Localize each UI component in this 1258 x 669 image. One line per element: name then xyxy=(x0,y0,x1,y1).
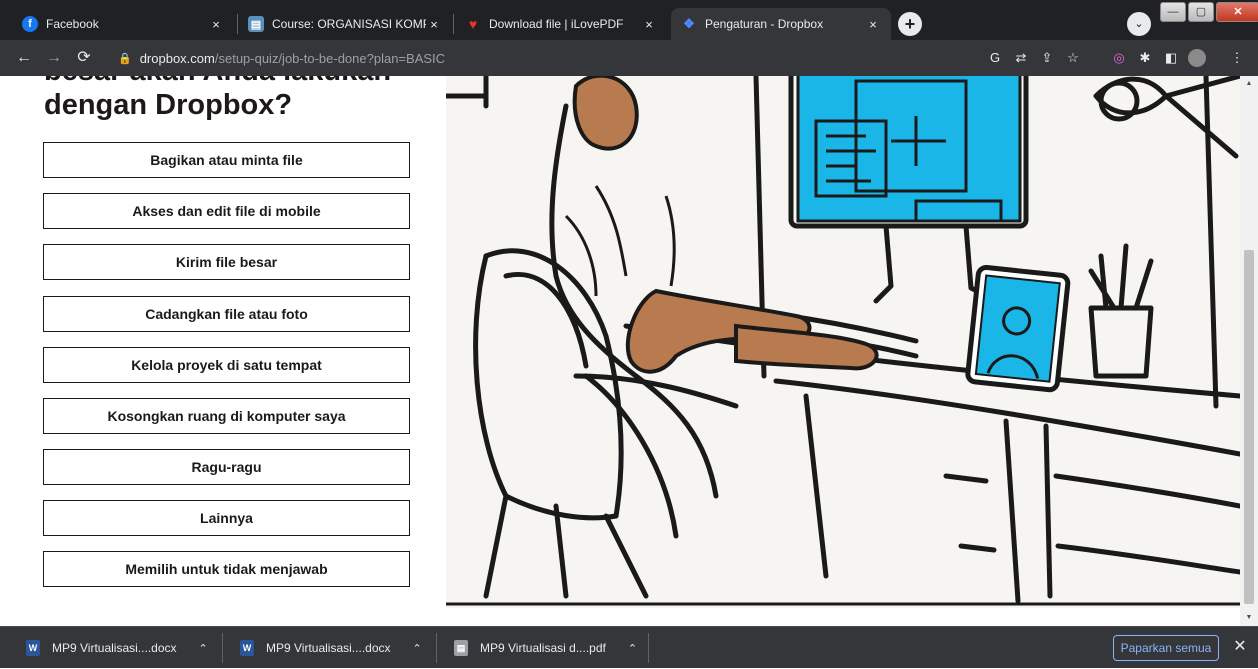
tab-ilovepdf[interactable]: ♥ Download file | iLovePDF × xyxy=(455,8,667,40)
scroll-up-icon[interactable]: ▲ xyxy=(1245,80,1253,87)
share-icon[interactable]: ⇪ xyxy=(1038,49,1056,67)
extension-o-icon[interactable]: ◎ xyxy=(1110,49,1128,67)
option-button[interactable]: Kirim file besar xyxy=(43,244,410,280)
close-icon[interactable]: × xyxy=(426,17,442,32)
url-host: dropbox.com xyxy=(139,50,215,66)
close-icon[interactable]: × xyxy=(641,17,657,32)
download-item[interactable]: W MP9 Virtualisasi....docx ⌃ xyxy=(26,627,208,669)
tab-facebook[interactable]: f Facebook × xyxy=(12,8,234,40)
option-button[interactable]: Kelola proyek di satu tempat xyxy=(43,347,410,383)
reload-icon[interactable]: ⟳ xyxy=(74,48,94,68)
forward-arrow-icon[interactable]: → xyxy=(44,48,64,68)
option-button[interactable]: Memilih untuk tidak menjawab xyxy=(43,551,410,587)
downloads-bar: W MP9 Virtualisasi....docx ⌃ W MP9 Virtu… xyxy=(0,626,1258,668)
window-controls: — ▢ ✕ xyxy=(1158,2,1258,24)
tab-course[interactable]: ▤ Course: ORGANISASI KOMPUTER × xyxy=(238,8,452,40)
option-button[interactable]: Lainnya xyxy=(43,500,410,536)
close-icon[interactable]: ✕ xyxy=(1230,637,1250,657)
lock-icon: 🔒 xyxy=(118,52,132,65)
bookmark-star-icon[interactable]: ☆ xyxy=(1064,49,1082,67)
google-icon[interactable]: G xyxy=(986,49,1004,67)
quiz-panel: besar akan Anda lakukan dengan Dropbox? … xyxy=(0,76,446,626)
option-button[interactable]: Bagikan atau minta file xyxy=(43,142,410,178)
scroll-thumb[interactable] xyxy=(1244,250,1254,604)
course-icon: ▤ xyxy=(248,16,264,32)
tab-title: Course: ORGANISASI KOMPUTER xyxy=(272,17,426,31)
option-button[interactable]: Kosongkan ruang di komputer saya xyxy=(43,398,410,434)
maximize-button[interactable]: ▢ xyxy=(1188,2,1214,22)
close-icon[interactable]: × xyxy=(865,17,881,32)
scroll-down-icon[interactable]: ▼ xyxy=(1245,614,1253,621)
option-button[interactable]: Ragu-ragu xyxy=(43,449,410,485)
chevron-up-icon[interactable]: ⌃ xyxy=(628,642,637,655)
extensions-puzzle-icon[interactable]: ✱ xyxy=(1136,49,1154,67)
close-icon[interactable]: × xyxy=(208,17,224,32)
download-item[interactable]: W MP9 Virtualisasi....docx ⌃ xyxy=(240,627,422,669)
option-button[interactable]: Cadangkan file atau foto xyxy=(43,296,410,332)
address-bar[interactable]: 🔒 dropbox.com /setup-quiz/job-to-be-done… xyxy=(106,44,976,72)
browser-toolbar: ← → ⟳ 🔒 dropbox.com /setup-quiz/job-to-b… xyxy=(0,40,1258,76)
page-title: besar akan Anda lakukan dengan Dropbox? xyxy=(44,76,391,121)
back-arrow-icon[interactable]: ← xyxy=(14,48,34,68)
browser-chrome: f Facebook × ▤ Course: ORGANISASI KOMPUT… xyxy=(0,0,1258,76)
window-close-button[interactable]: ✕ xyxy=(1216,2,1258,22)
tab-search-button[interactable]: ⌄ xyxy=(1127,12,1151,36)
tab-strip: f Facebook × ▤ Course: ORGANISASI KOMPUT… xyxy=(0,0,1258,40)
profile-avatar-icon[interactable] xyxy=(1188,49,1206,67)
translate-icon[interactable]: ⇄ xyxy=(1012,49,1030,67)
pdf-icon: ▤ xyxy=(454,640,468,656)
tab-title: Download file | iLovePDF xyxy=(489,17,624,31)
chevron-up-icon[interactable]: ⌃ xyxy=(413,642,422,655)
heart-icon: ♥ xyxy=(468,16,478,32)
minimize-button[interactable]: — xyxy=(1160,2,1186,22)
option-button[interactable]: Akses dan edit file di mobile xyxy=(43,193,410,229)
chevron-up-icon[interactable]: ⌃ xyxy=(199,642,208,655)
tab-title: Facebook xyxy=(46,17,99,31)
download-filename: MP9 Virtualisasi....docx xyxy=(266,641,391,655)
workspace-illustration xyxy=(446,76,1240,608)
download-item[interactable]: ▤ MP9 Virtualisasi d....pdf ⌃ xyxy=(454,627,637,669)
page-viewport: besar akan Anda lakukan dengan Dropbox? … xyxy=(0,76,1258,626)
tab-title: Pengaturan - Dropbox xyxy=(705,17,824,31)
download-filename: MP9 Virtualisasi....docx xyxy=(52,641,177,655)
menu-kebab-icon[interactable]: ⋮ xyxy=(1228,49,1246,67)
show-all-button[interactable]: Paparkan semua xyxy=(1113,635,1219,661)
word-icon: W xyxy=(240,640,254,656)
url-path: /setup-quiz/job-to-be-done?plan=BASIC xyxy=(214,50,446,66)
illustration-drawing xyxy=(446,76,1240,606)
word-icon: W xyxy=(26,640,40,656)
new-tab-button[interactable]: + xyxy=(898,12,922,36)
facebook-icon: f xyxy=(22,16,38,32)
download-filename: MP9 Virtualisasi d....pdf xyxy=(480,641,606,655)
dropbox-icon: ❖ xyxy=(683,16,695,31)
side-panel-icon[interactable]: ◧ xyxy=(1162,49,1180,67)
tab-dropbox[interactable]: ❖ Pengaturan - Dropbox × xyxy=(671,8,891,40)
page-scrollbar[interactable]: ▲ ▼ xyxy=(1240,76,1258,626)
